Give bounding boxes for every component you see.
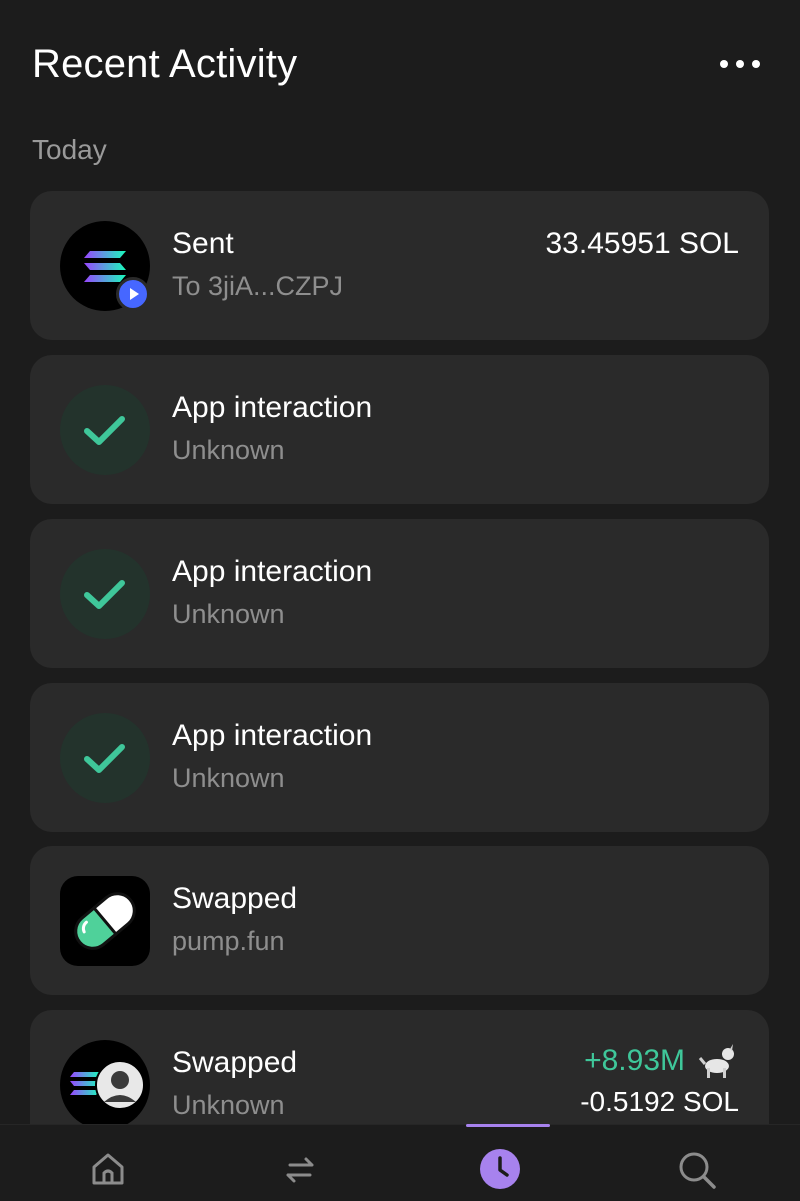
activity-subtitle: To 3jiA...CZPJ <box>172 271 344 301</box>
check-icon <box>60 713 150 803</box>
activity-subtitle: Unknown <box>172 435 285 465</box>
search-icon <box>679 1152 716 1189</box>
dog-emoji-icon <box>697 1040 739 1082</box>
tab-swap[interactable] <box>200 1125 400 1201</box>
activity-item-app-interaction[interactable]: App interaction Unknown <box>30 355 769 504</box>
activity-item-sent[interactable]: Sent To 3jiA...CZPJ 33.45951 SOL <box>30 191 769 340</box>
clock-icon <box>480 1149 520 1189</box>
amount-sent: -0.5192 SOL <box>580 1086 739 1117</box>
check-icon <box>60 549 150 639</box>
activity-subtitle: Unknown <box>172 763 285 793</box>
activity-title: Sent <box>172 227 234 260</box>
pump-fun-pill-icon <box>60 876 150 966</box>
home-icon <box>92 1153 124 1185</box>
activity-item-app-interaction[interactable]: App interaction Unknown <box>30 683 769 832</box>
active-tab-indicator <box>466 1124 550 1127</box>
activity-title: Swapped <box>172 1046 298 1079</box>
more-options-icon[interactable] <box>720 54 760 74</box>
activity-title: App interaction <box>172 391 373 424</box>
activity-item-swapped-pump[interactable]: Swapped pump.fun <box>30 846 769 995</box>
activity-subtitle: Unknown <box>172 599 285 629</box>
page-title: Recent Activity <box>32 42 298 86</box>
activity-title: Swapped <box>172 882 298 915</box>
swap-arrows-icon <box>286 1157 314 1183</box>
activity-item-app-interaction[interactable]: App interaction Unknown <box>30 519 769 668</box>
amount-received: +8.93M <box>584 1044 685 1077</box>
activity-title: App interaction <box>172 719 373 752</box>
activity-subtitle: Unknown <box>172 1090 285 1120</box>
header: Recent Activity <box>32 40 770 90</box>
check-icon <box>60 385 150 475</box>
activity-amount: 33.45951 SOL <box>545 227 740 260</box>
tab-home[interactable] <box>8 1125 208 1201</box>
activity-subtitle: pump.fun <box>172 926 285 956</box>
tab-activity[interactable] <box>400 1125 600 1201</box>
activity-title: App interaction <box>172 555 373 588</box>
section-label-today: Today <box>32 134 107 165</box>
bottom-tab-bar <box>0 1124 800 1201</box>
tab-search[interactable] <box>596 1125 796 1201</box>
token-swap-icon <box>60 1040 150 1130</box>
send-play-icon <box>116 277 150 311</box>
